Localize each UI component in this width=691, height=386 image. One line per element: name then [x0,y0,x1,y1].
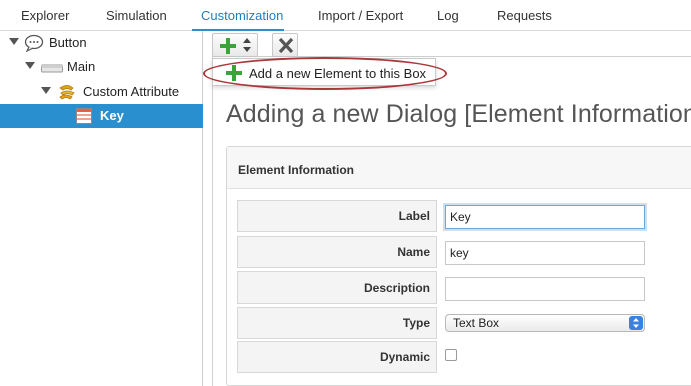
add-element-menu: Add a new Element to this Box [212,58,436,86]
expand-caret-icon[interactable] [25,62,35,69]
sidebar-tree: Button Main Custom Attribute Key [0,31,203,386]
tree-item-button[interactable]: Button [0,31,203,55]
form-bar-icon [41,62,63,77]
speech-bubble-icon [24,34,44,55]
label-cell-label: Label [237,200,437,232]
label-cell-name: Name [237,236,437,268]
add-element-button[interactable] [212,33,258,57]
tab-customization[interactable]: Customization [201,8,283,23]
select-arrows-icon [629,316,643,330]
tree-item-main[interactable]: Main [0,55,203,79]
top-tab-bar: Explorer Simulation Customization Import… [0,0,691,31]
text-box-icon [76,108,92,127]
type-select-value: Text Box [453,316,500,330]
tree-item-label: Custom Attribute [83,84,180,99]
field-label: Description [363,280,430,295]
page-title: Adding a new Dialog [Element Information… [226,100,691,128]
type-select[interactable]: Text Box [445,314,645,332]
tree-item-label: Main [67,59,96,74]
label-input[interactable] [445,205,645,229]
name-input[interactable] [445,241,645,265]
tab-log[interactable]: Log [437,8,459,23]
label-cell-dynamic: Dynamic [237,341,437,373]
tab-explorer[interactable]: Explorer [21,8,69,23]
expand-caret-icon[interactable] [9,38,19,45]
field-label: Name [397,245,430,259]
field-label: Label [398,209,430,223]
tab-import-export[interactable]: Import / Export [318,8,403,23]
menu-item-add-element[interactable]: Add a new Element to this Box [213,59,435,85]
up-down-arrow-icon [243,38,251,55]
plus-icon [225,64,243,85]
close-x-icon [278,37,294,57]
field-label: Dynamic [379,350,430,364]
tab-requests[interactable]: Requests [497,8,552,23]
tab-simulation[interactable]: Simulation [106,8,167,23]
field-label: Type [402,316,430,330]
active-tab-indicator [192,29,284,31]
custom-attribute-icon [57,82,77,105]
dynamic-checkbox[interactable] [445,349,457,361]
remove-element-button[interactable] [272,33,298,57]
plus-icon [219,37,237,58]
panel-header: Element Information [227,147,691,189]
element-toolbar [212,33,302,57]
tree-item-custom-attribute[interactable]: Custom Attribute [0,80,203,104]
tree-item-label: Button [49,35,87,50]
label-cell-type: Type [237,307,437,339]
menu-item-label: Add a new Element to this Box [249,66,427,81]
label-cell-description: Description [237,271,437,304]
panel-title: Element Information [238,163,355,177]
tree-item-label: Key [100,108,124,123]
description-input[interactable] [445,277,645,301]
expand-caret-icon[interactable] [41,87,51,94]
tree-item-key[interactable]: Key [0,104,203,128]
